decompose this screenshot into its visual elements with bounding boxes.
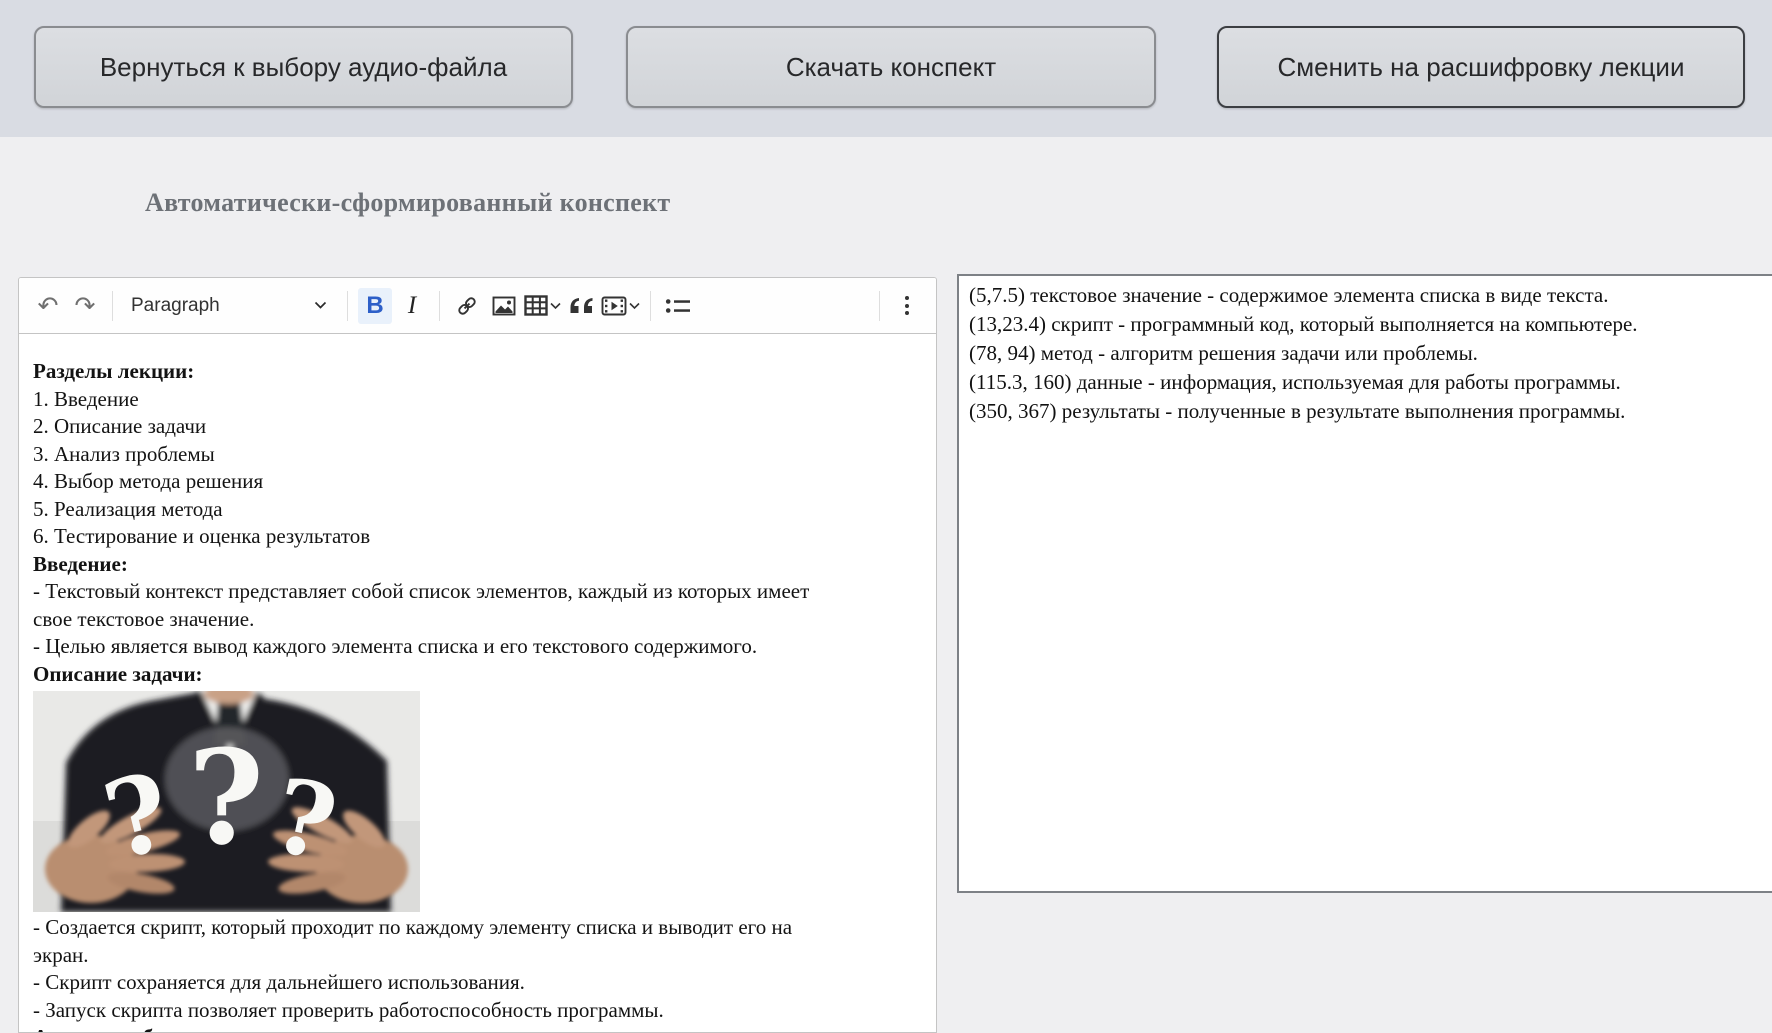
redo-button[interactable]: ↷ xyxy=(68,288,102,324)
insert-table-icon xyxy=(524,295,548,316)
editor-line: - Текстовый контекст представляет собой … xyxy=(33,579,810,603)
question-marks-photo[interactable]: ? ? ? xyxy=(33,691,420,912)
editor-line: 2. Описание задачи xyxy=(33,414,207,438)
editor-line: 1. Введение xyxy=(33,386,139,411)
editor-line: экран. xyxy=(33,942,89,967)
toolbar-separator xyxy=(347,290,348,321)
editor-line: 6. Тестирование и оценка результатов xyxy=(33,524,371,548)
summary-editor: ↶ ↷ Paragraph B I Разделы лекции: 1. Вве… xyxy=(18,277,937,1033)
term-line: (115.3, 160) данные - информация, исполь… xyxy=(969,370,1621,394)
editor-line: - Скрипт сохраняется для дальнейшего исп… xyxy=(33,970,525,994)
editor-line: 5. Реализация метода xyxy=(33,496,223,521)
overflow-menu-icon xyxy=(905,296,909,315)
undo-icon: ↶ xyxy=(37,291,59,320)
chevron-down-icon xyxy=(550,302,561,309)
italic-button[interactable]: I xyxy=(395,288,429,324)
redo-icon: ↷ xyxy=(74,291,96,320)
term-line: (350, 367) результаты - полученные в рез… xyxy=(969,399,1626,423)
undo-button[interactable]: ↶ xyxy=(31,288,65,324)
editor-line: Анализ проблемы: xyxy=(33,1024,920,1032)
toolbar-separator xyxy=(879,290,880,321)
block-quote-icon xyxy=(570,298,592,313)
insert-image-button[interactable] xyxy=(487,288,521,324)
editor-line: - Создается скрипт, который проходит по … xyxy=(33,915,793,939)
bold-icon: B xyxy=(366,291,384,319)
editor-content[interactable]: Разделы лекции: 1. Введение 2. Описание … xyxy=(19,334,936,1032)
italic-icon: I xyxy=(407,291,417,319)
page-title: Автоматически-сформированный конспект xyxy=(145,188,671,217)
toolbar-separator xyxy=(439,290,440,321)
editor-line: 3. Анализ проблемы xyxy=(33,441,215,466)
toolbar-overflow-button[interactable] xyxy=(890,288,924,324)
editor-line: Разделы лекции: xyxy=(33,359,195,383)
editor-line: свое текстовое значение. xyxy=(33,606,255,631)
chevron-down-icon xyxy=(629,302,640,309)
download-summary-button[interactable]: Скачать конспект xyxy=(626,26,1156,108)
editor-line: 4. Выбор метода решения xyxy=(33,469,264,493)
insert-table-button[interactable] xyxy=(524,288,561,324)
link-button[interactable] xyxy=(450,288,484,324)
bulleted-list-icon xyxy=(665,298,690,313)
toolbar-separator xyxy=(112,290,113,321)
top-action-bar: Вернуться к выбору аудио-файла Скачать к… xyxy=(0,0,1772,137)
chevron-down-icon xyxy=(314,301,327,309)
paragraph-style-label: Paragraph xyxy=(131,294,220,316)
insert-media-button[interactable] xyxy=(601,288,640,324)
toolbar-separator xyxy=(650,290,651,321)
editor-line: Введение: xyxy=(33,551,128,576)
bulleted-list-button[interactable] xyxy=(661,288,695,324)
svg-text:?: ? xyxy=(188,721,264,874)
block-quote-button[interactable] xyxy=(564,288,598,324)
term-line: (13,23.4) скрипт - программный код, кото… xyxy=(969,312,1638,336)
term-line: (78, 94) метод - алгоритм решения задачи… xyxy=(969,341,1478,365)
bold-button[interactable]: B xyxy=(358,287,392,324)
insert-media-icon xyxy=(601,296,627,315)
insert-image-icon xyxy=(492,296,516,315)
editor-line: - Запуск скрипта позволяет проверить раб… xyxy=(33,997,664,1022)
editor-line: - Целью является вывод каждого элемента … xyxy=(33,634,758,658)
back-to-audio-select-button[interactable]: Вернуться к выбору аудио-файла xyxy=(34,26,573,108)
editor-toolbar: ↶ ↷ Paragraph B I xyxy=(19,278,936,334)
paragraph-style-dropdown[interactable]: Paragraph xyxy=(123,288,337,324)
switch-to-transcript-button[interactable]: Сменить на расшифровку лекции xyxy=(1217,26,1745,108)
editor-line: Описание задачи: xyxy=(33,661,203,686)
terms-text-area[interactable]: (5,7.5) текстовое значение - содержимое … xyxy=(957,274,1772,893)
link-icon xyxy=(458,296,476,315)
term-line: (5,7.5) текстовое значение - содержимое … xyxy=(969,283,1609,307)
